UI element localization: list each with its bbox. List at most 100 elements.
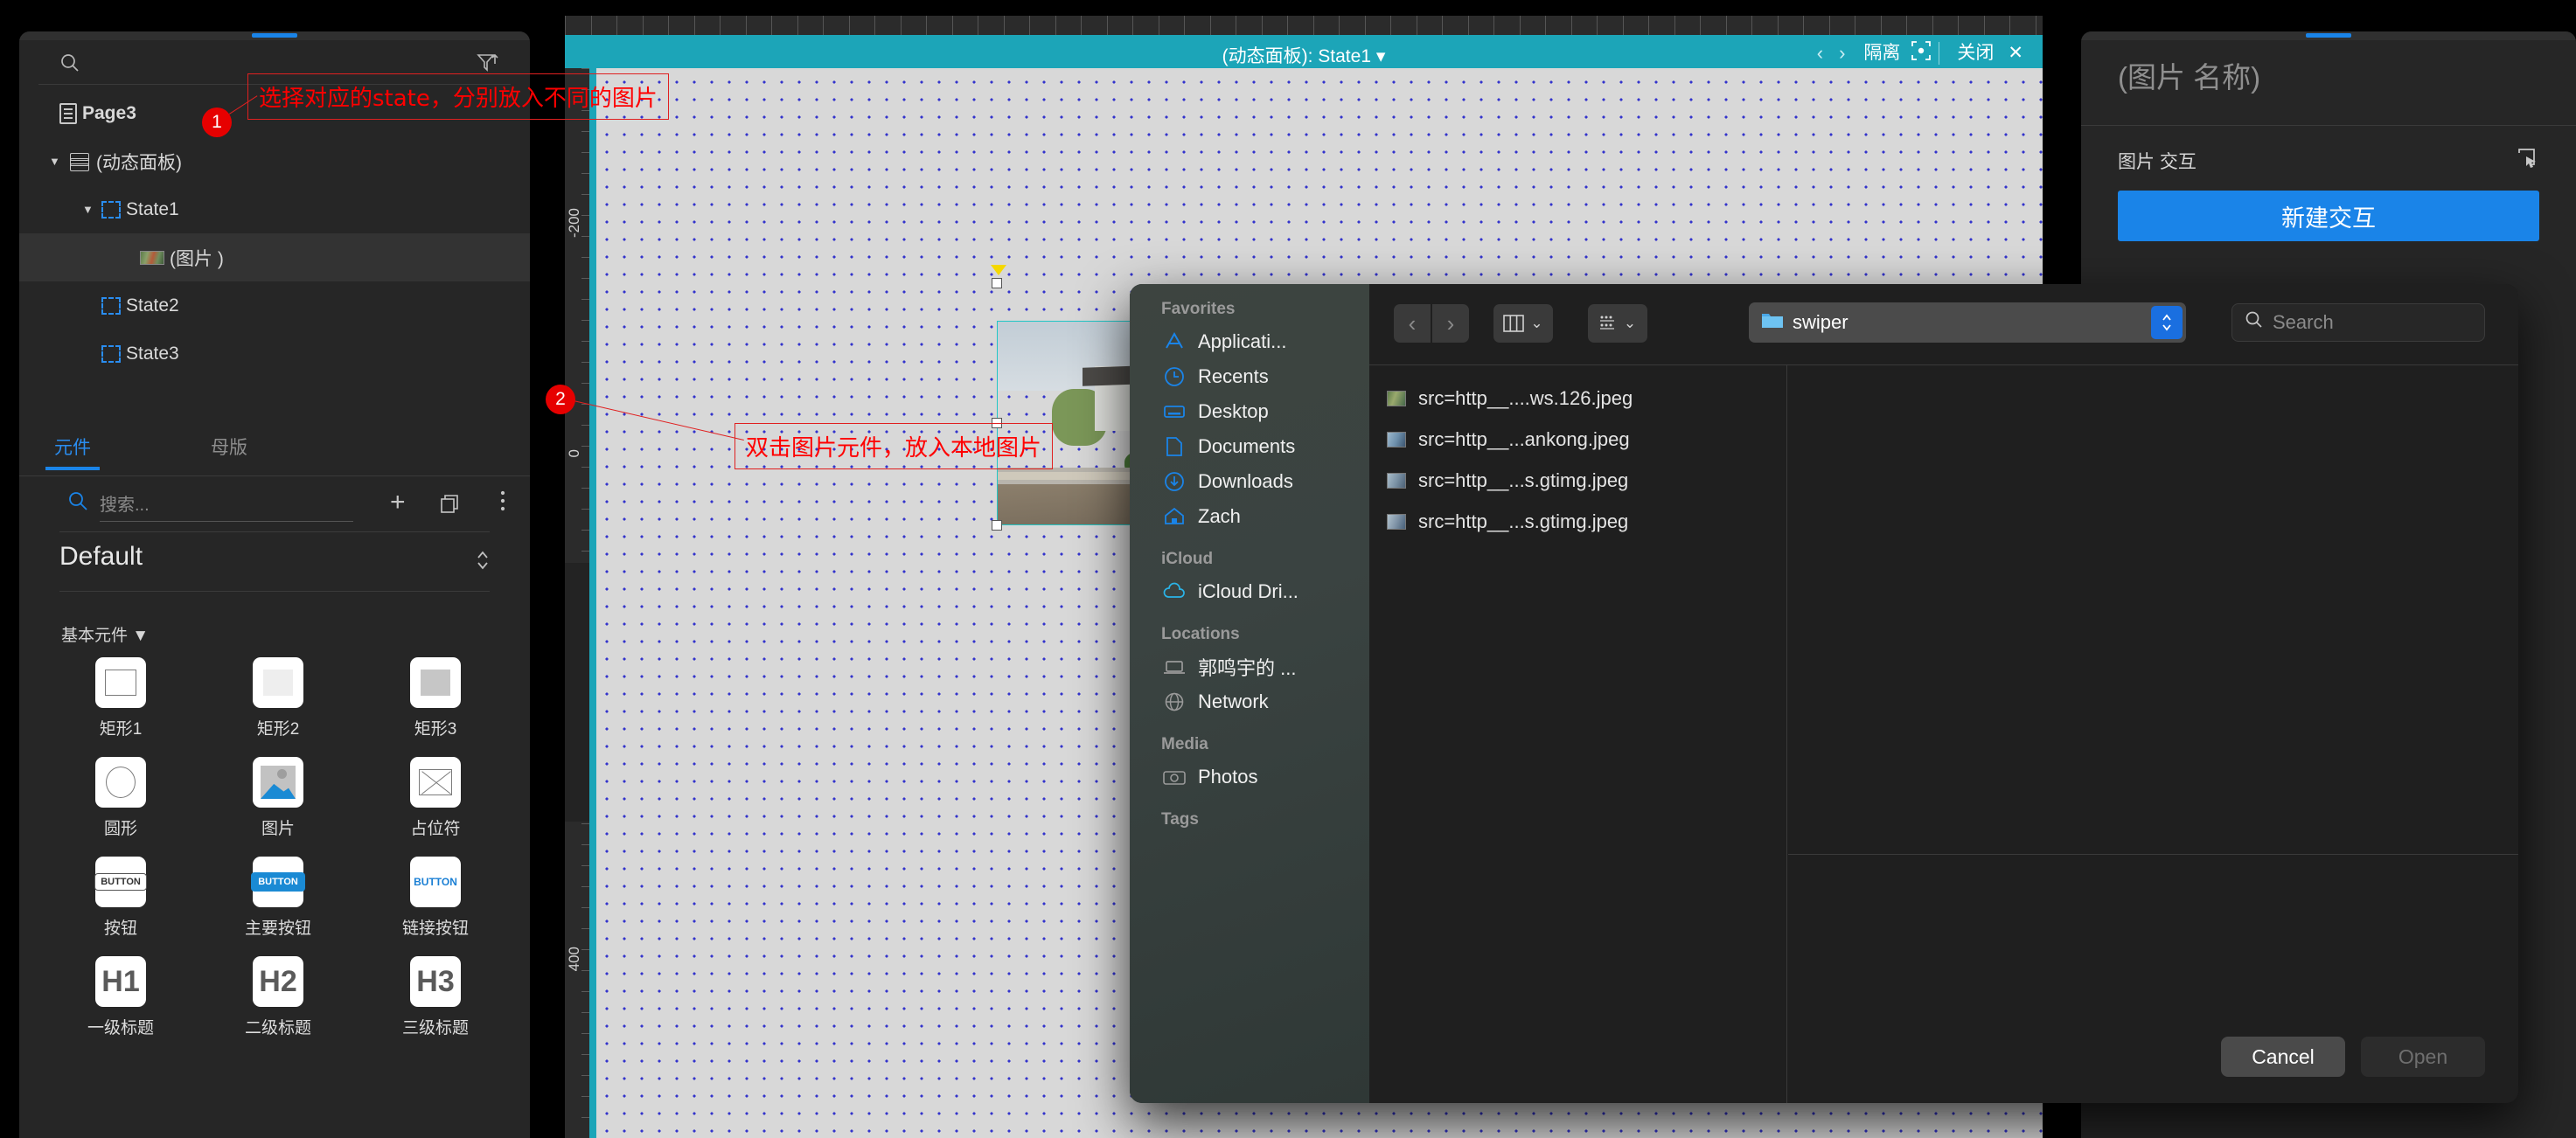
sidebar-item-documents[interactable]: Documents: [1130, 429, 1369, 464]
right-panel-grip[interactable]: [2081, 31, 2576, 40]
ruler-tick: [581, 425, 589, 426]
sidebar-item-laptop[interactable]: 郭鸣宇的 ...: [1130, 649, 1369, 684]
resize-handle-bottom-left[interactable]: [992, 520, 1002, 531]
isolate-target-icon[interactable]: [1911, 40, 1932, 66]
close-isolation-label[interactable]: 关闭: [1946, 42, 2004, 65]
next-icon[interactable]: ›: [1831, 42, 1853, 65]
left-panel-grip[interactable]: [19, 31, 530, 40]
ruler-tick: [581, 341, 589, 342]
twisty[interactable]: ▼: [82, 203, 101, 216]
tree-row[interactable]: ▼ (动态面板): [19, 137, 530, 185]
file-thumbnail-icon: [1387, 431, 1406, 448]
sidebar-item-applications[interactable]: Applicati...: [1130, 324, 1369, 359]
ruler-tick: [1029, 16, 1030, 35]
ruler-tick: [581, 1033, 589, 1034]
sidebar-item-home[interactable]: Zach: [1130, 499, 1369, 534]
ruler-label: 400: [566, 947, 582, 972]
resize-handle-top-left[interactable]: [992, 278, 1002, 288]
ruler-tick: [693, 16, 695, 35]
cloud-icon: [1161, 582, 1187, 601]
library-group-header[interactable]: 基本元件 ▼: [61, 622, 149, 646]
file-search-input[interactable]: Search: [2231, 303, 2485, 342]
ruler-tick: [745, 16, 747, 35]
tab-components[interactable]: 元件: [45, 428, 100, 475]
cancel-button[interactable]: Cancel: [2221, 1037, 2345, 1077]
file-list-item[interactable]: src=http__...ankong.jpeg: [1369, 419, 1786, 460]
tree-row[interactable]: State2: [19, 281, 530, 330]
sidebar-item-recents[interactable]: Recents: [1130, 359, 1369, 394]
path-popup-button[interactable]: swiper: [1749, 302, 2186, 343]
globe-icon: [1161, 690, 1187, 713]
duplicate-icon[interactable]: [441, 495, 460, 513]
widget-image[interactable]: 图片: [199, 757, 357, 839]
ruler-tick: [1287, 16, 1288, 35]
ruler-tick: [581, 865, 589, 866]
divider: [59, 531, 490, 532]
sidebar-item-icloud-drive[interactable]: iCloud Dri...: [1130, 574, 1369, 609]
ruler-tick: [1209, 16, 1211, 35]
stepper-icon[interactable]: [2151, 306, 2183, 339]
file-dialog-toolbar: ‹ › ⌄ ⌄ swiper Search: [1369, 284, 2518, 364]
add-icon[interactable]: +: [390, 488, 406, 517]
ruler-tick: [1081, 16, 1082, 35]
ruler-tick: [1261, 16, 1263, 35]
library-select[interactable]: Default: [59, 542, 490, 586]
home-icon: [1161, 505, 1187, 528]
twisty[interactable]: ▼: [49, 155, 68, 168]
sidebar-item-downloads[interactable]: Downloads: [1130, 464, 1369, 499]
isolate-label[interactable]: 隔离: [1853, 42, 1911, 65]
inspector-title[interactable]: (图片 名称): [2118, 54, 2260, 96]
left-panel: Page3 ▼ (动态面板) ▼ State1 (图片 ) State2 Sta…: [19, 31, 530, 1138]
view-group-button[interactable]: ⌄: [1588, 304, 1647, 343]
widget-rectangle1[interactable]: 矩形1: [42, 657, 199, 739]
widget-ellipse[interactable]: 圆形: [42, 757, 199, 839]
widget-placeholder[interactable]: 占位符: [357, 757, 514, 839]
file-list-item[interactable]: src=http__...s.gtimg.jpeg: [1369, 501, 1786, 542]
sidebar-item-photos[interactable]: Photos: [1130, 760, 1369, 795]
sidebar-item-desktop[interactable]: Desktop: [1130, 394, 1369, 429]
open-button[interactable]: Open: [2361, 1037, 2485, 1077]
heading-glyph: H3: [416, 964, 455, 998]
widget-button[interactable]: BUTTON 按钮: [42, 857, 199, 939]
widget-heading1[interactable]: H1 一级标题: [42, 956, 199, 1038]
file-open-dialog[interactable]: Favorites Applicati... Recents Desktop D…: [1130, 284, 2518, 1103]
tree-item-label: State1: [126, 198, 179, 219]
widget-rectangle3[interactable]: 矩形3: [357, 657, 514, 739]
tree-row[interactable]: State3: [19, 330, 530, 378]
ruler-tick: [1545, 16, 1546, 35]
select-target-icon[interactable]: [2517, 147, 2539, 175]
file-list-column[interactable]: src=http__....ws.126.jpeg src=http__...a…: [1369, 365, 1787, 1103]
stepper-icon[interactable]: [476, 547, 490, 575]
tree-item-label: State2: [126, 295, 179, 316]
new-interaction-button[interactable]: 新建交互: [2118, 191, 2539, 241]
tree-row[interactable]: ▼ State1: [19, 185, 530, 233]
file-thumbnail-icon: [1387, 472, 1406, 489]
close-icon[interactable]: ✕: [2004, 42, 2034, 65]
view-mode-columns-button[interactable]: ⌄: [1493, 304, 1553, 343]
ruler-tick: [1106, 16, 1108, 35]
dashed-box-icon: [101, 344, 121, 363]
widget-heading2[interactable]: H2 二级标题: [199, 956, 357, 1038]
ruler-tick: [1700, 16, 1701, 35]
widget-rectangle2[interactable]: 矩形2: [199, 657, 357, 739]
ruler-tick: [926, 16, 927, 35]
library-search-input[interactable]: 搜索...: [100, 490, 353, 516]
widget-heading3[interactable]: H3 三级标题: [357, 956, 514, 1038]
tab-masters[interactable]: 母版: [159, 428, 299, 475]
sidebar-group-title: iCloud: [1161, 550, 1214, 568]
widget-link-button[interactable]: BUTTON 链接按钮: [357, 857, 514, 939]
sidebar-item-network[interactable]: Network: [1130, 684, 1369, 719]
nav-forward-button[interactable]: ›: [1432, 304, 1469, 343]
tree-row-selected[interactable]: (图片 ): [19, 233, 530, 281]
app-root: Page3 ▼ (动态面板) ▼ State1 (图片 ) State2 Sta…: [0, 0, 2576, 1138]
prev-icon[interactable]: ‹: [1809, 42, 1831, 65]
more-options-icon[interactable]: [500, 489, 505, 518]
file-list-item[interactable]: src=http__....ws.126.jpeg: [1369, 378, 1786, 419]
heading-h1-icon: H1: [95, 956, 146, 1007]
file-list-item[interactable]: src=http__...s.gtimg.jpeg: [1369, 460, 1786, 501]
path-value: swiper: [1793, 311, 1848, 333]
dashed-box-icon: [101, 296, 121, 315]
widget-primary-button[interactable]: BUTTON 主要按钮: [199, 857, 357, 939]
nav-back-button[interactable]: ‹: [1394, 304, 1431, 343]
ruler-tick: [2009, 16, 2010, 35]
